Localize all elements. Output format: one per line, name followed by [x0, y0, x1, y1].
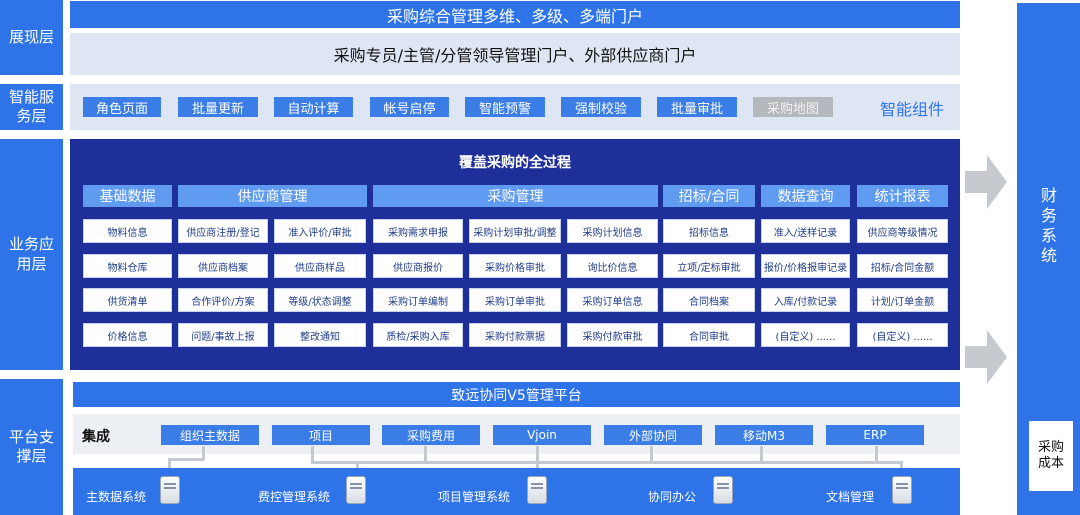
module-cell[interactable]: 采购计划信息: [567, 219, 658, 243]
connector-line: [311, 446, 314, 463]
arrow-right-icon: [965, 155, 1007, 209]
portal-banner: 采购综合管理多维、多级、多端门户: [70, 1, 960, 28]
module-cell[interactable]: 采购付款审批: [567, 323, 658, 347]
layer-label-platform: 平台支撑层: [0, 379, 63, 515]
server-icon: [160, 476, 180, 504]
business-title: 覆盖采购的全过程: [459, 155, 571, 171]
server-icon: [346, 476, 366, 504]
module-cell[interactable]: 物料仓库: [83, 254, 172, 278]
integration-procurement-cost[interactable]: 采购费用: [382, 425, 480, 445]
category-procurement-mgmt: 采购管理: [373, 185, 658, 207]
module-cell[interactable]: 整改通知: [274, 323, 366, 347]
system-document-mgmt: 文档管理: [826, 490, 875, 504]
category-data-query: 数据查询: [761, 185, 850, 207]
layer-label-smart-service: 智能服务层: [0, 84, 63, 130]
smart-button-role-page[interactable]: 角色页面: [83, 97, 161, 117]
module-cell[interactable]: 采购价格审批: [469, 254, 561, 278]
module-cell[interactable]: 合作评价/方案: [178, 288, 268, 312]
system-project-mgmt: 项目管理系统: [438, 490, 511, 504]
module-cell[interactable]: 询比价信息: [567, 254, 658, 278]
server-icon: [892, 476, 912, 504]
portal-roles-bar: 采购专员/主管/分管领导管理门户、外部供应商门户: [70, 33, 960, 75]
smart-button-auto-calc[interactable]: 自动计算: [274, 97, 353, 117]
connector-line: [168, 458, 204, 461]
module-cell[interactable]: 供应商注册/登记: [178, 219, 268, 243]
system-expense-control: 费控管理系统: [258, 490, 331, 504]
procurement-cost-box: 采购成本: [1029, 421, 1073, 491]
module-cell[interactable]: (自定义) ......: [857, 323, 948, 347]
category-supplier-mgmt: 供应商管理: [178, 185, 367, 207]
integration-org-master-data[interactable]: 组织主数据: [161, 425, 259, 445]
smart-button-batch-approve[interactable]: 批量审批: [657, 97, 737, 117]
module-cell[interactable]: 采购订单信息: [567, 288, 658, 312]
category-stat-report: 统计报表: [857, 185, 948, 207]
finance-system-title: 财务系统: [1040, 186, 1057, 265]
module-cell[interactable]: 计划/订单金额: [857, 288, 948, 312]
module-cell[interactable]: 等级/状态调整: [274, 288, 366, 312]
module-cell[interactable]: 合同审批: [663, 323, 755, 347]
module-cell[interactable]: 供货清单: [83, 288, 172, 312]
module-cell[interactable]: 供应商样品: [274, 254, 366, 278]
module-cell[interactable]: 招标/合同金额: [857, 254, 948, 278]
connector-line: [875, 446, 878, 463]
module-cell[interactable]: 立项/定标审批: [663, 254, 755, 278]
module-cell[interactable]: 合同档案: [663, 288, 755, 312]
category-basic-data: 基础数据: [83, 185, 172, 207]
layer-label-presentation: 展现层: [0, 0, 63, 75]
connector-line: [202, 446, 205, 460]
module-cell[interactable]: 采购订单编制: [373, 288, 463, 312]
module-cell[interactable]: 供应商等级情况: [857, 219, 948, 243]
connector-line: [424, 446, 427, 463]
layer-label-business: 业务应用层: [0, 139, 63, 370]
connector-line: [760, 446, 763, 463]
module-cell[interactable]: 价格信息: [83, 323, 172, 347]
module-cell[interactable]: 入库/付款记录: [761, 288, 850, 312]
smart-components-label: 智能组件: [880, 100, 945, 119]
module-cell[interactable]: (自定义) ......: [761, 323, 850, 347]
server-icon: [527, 476, 547, 504]
module-cell[interactable]: 采购付款票据: [469, 323, 561, 347]
module-cell[interactable]: 准入评价/审批: [274, 219, 366, 243]
module-cell[interactable]: 招标信息: [663, 219, 755, 243]
module-cell[interactable]: 采购需求申报: [373, 219, 463, 243]
integration-vjoin[interactable]: Vjoin: [493, 425, 591, 445]
module-cell[interactable]: 质检/采购入库: [373, 323, 463, 347]
connector-line: [311, 461, 903, 464]
module-cell[interactable]: 物料信息: [83, 219, 172, 243]
module-cell[interactable]: 采购计划审批/调整: [469, 219, 561, 243]
module-cell[interactable]: 供应商档案: [178, 254, 268, 278]
integration-project[interactable]: 项目: [272, 425, 370, 445]
module-cell[interactable]: 供应商报价: [373, 254, 463, 278]
module-cell[interactable]: 报价/价格报审记录: [761, 254, 850, 278]
smart-button-account-toggle[interactable]: 帐号启停: [370, 97, 449, 117]
server-icon: [713, 476, 733, 504]
smart-button-force-check[interactable]: 强制校验: [561, 97, 641, 117]
integration-erp[interactable]: ERP: [826, 425, 924, 445]
smart-button-procurement-map[interactable]: 采购地图: [753, 97, 833, 117]
system-master-data: 主数据系统: [86, 490, 147, 504]
module-cell[interactable]: 问题/事故上报: [178, 323, 268, 347]
connector-line: [650, 446, 653, 463]
smart-button-smart-alert[interactable]: 智能预警: [465, 97, 545, 117]
module-cell[interactable]: 准入/送样记录: [761, 219, 850, 243]
integration-mobile-m3[interactable]: 移动M3: [715, 425, 813, 445]
integration-external-collab[interactable]: 外部协同: [604, 425, 702, 445]
platform-title-bar: 致远协同V5管理平台: [73, 382, 960, 407]
system-collab-office: 协同办公: [648, 490, 697, 504]
module-cell[interactable]: 采购订单审批: [469, 288, 561, 312]
smart-button-batch-update[interactable]: 批量更新: [178, 97, 258, 117]
category-bid-contract: 招标/合同: [663, 185, 755, 207]
arrow-right-icon: [965, 330, 1007, 384]
integration-label: 集成: [82, 429, 110, 445]
